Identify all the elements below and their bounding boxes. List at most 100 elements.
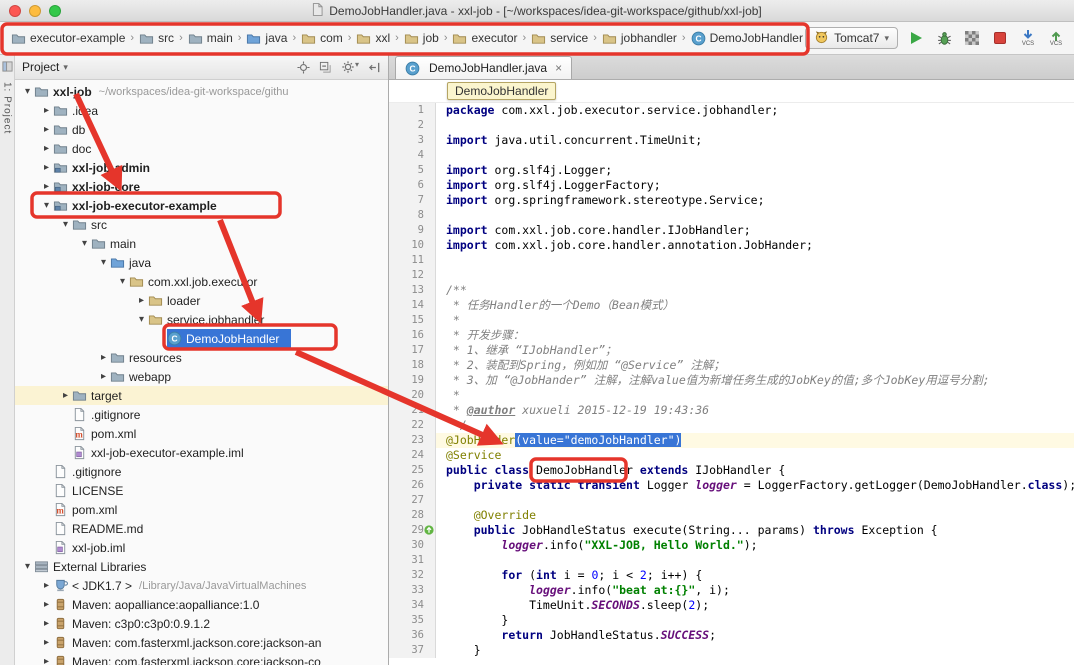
tree-item-content: xxl-job~/workspaces/idea-git-workspace/g…: [34, 82, 301, 101]
collapsed-arrow-icon[interactable]: ▸: [40, 580, 53, 591]
chevron-down-icon[interactable]: ▾: [63, 62, 68, 73]
tree-item-maven-aopalliance-aopalliance-1.0[interactable]: ▸ Maven: aopalliance:aopalliance:1.0: [15, 595, 388, 614]
tree-item-src[interactable]: ▾src: [15, 215, 388, 234]
code-text: [436, 553, 1074, 568]
breadcrumb-item-executor-example[interactable]: executor-example: [8, 29, 128, 48]
tree-item-label: Maven: aopalliance:aopalliance:1.0: [72, 598, 259, 612]
tree-item-loader[interactable]: ▸loader: [15, 291, 388, 310]
project-tool-button[interactable]: 1: Project: [2, 82, 13, 134]
close-tab-icon[interactable]: ×: [555, 61, 562, 75]
expanded-arrow-icon[interactable]: ▾: [40, 200, 53, 211]
collapsed-arrow-icon[interactable]: ▸: [97, 352, 110, 363]
editor-breadcrumb-chip[interactable]: DemoJobHandler: [447, 82, 556, 100]
tree-item-maven-com.fasterxml.jackson.core-jackson-co[interactable]: ▸Maven: com.fasterxml.jackson.core:jacks…: [15, 652, 388, 665]
tree-item-.gitignore[interactable]: .gitignore: [15, 462, 388, 481]
minimize-window-button[interactable]: [29, 5, 41, 17]
breadcrumb-item-main[interactable]: main: [185, 29, 236, 48]
expanded-arrow-icon[interactable]: ▾: [116, 276, 129, 287]
tree-item-java[interactable]: ▾java: [15, 253, 388, 272]
tree-item-com.xxl.job.executor[interactable]: ▾com.xxl.job.executor: [15, 272, 388, 291]
tree-item-demojobhandler[interactable]: CDemoJobHandler: [15, 329, 388, 348]
tree-item-.gitignore[interactable]: .gitignore: [15, 405, 388, 424]
tree-item-xxl-job.iml[interactable]: xxl-job.iml: [15, 538, 388, 557]
close-window-button[interactable]: [9, 5, 21, 17]
tree-item-xxl-job-admin[interactable]: ▸xxl-job-admin: [15, 158, 388, 177]
tree-item-.idea[interactable]: ▸.idea: [15, 101, 388, 120]
tree-item-xxl-job-core[interactable]: ▸xxl-job-core: [15, 177, 388, 196]
tree-item-xxl-job[interactable]: ▾xxl-job~/workspaces/idea-git-workspace/…: [15, 82, 388, 101]
breadcrumb-item-java[interactable]: java: [243, 29, 290, 48]
tree-item-external-libraries[interactable]: ▾External Libraries: [15, 557, 388, 576]
tree-item-main[interactable]: ▾main: [15, 234, 388, 253]
tree-item-maven-c3p0-c3p0-0.9.1.2[interactable]: ▸Maven: c3p0:c3p0:0.9.1.2: [15, 614, 388, 633]
expanded-arrow-icon[interactable]: ▾: [135, 314, 148, 325]
collapsed-arrow-icon[interactable]: ▸: [40, 618, 53, 629]
tree-item-content: Maven: com.fasterxml.jackson.core:jackso…: [53, 652, 333, 665]
collapsed-arrow-icon[interactable]: ▸: [40, 637, 53, 648]
breadcrumb-item-demojobhandler[interactable]: CDemoJobHandler: [688, 29, 806, 48]
tree-item-pom.xml[interactable]: mpom.xml: [15, 424, 388, 443]
line-number: 9: [389, 223, 436, 238]
run-button[interactable]: [906, 28, 926, 48]
tree-item-webapp[interactable]: ▸webapp: [15, 367, 388, 386]
collapsed-arrow-icon[interactable]: ▸: [40, 656, 53, 665]
project-panel-title[interactable]: Project: [22, 60, 59, 74]
stop-button[interactable]: [990, 28, 1010, 48]
left-tool-strip: 1: Project: [0, 55, 15, 665]
code-text: @JobHander(value="demoJobHandler"): [436, 433, 1074, 448]
tree-item-service.jobhandler[interactable]: ▾service.jobhandler: [15, 310, 388, 329]
expanded-arrow-icon[interactable]: ▾: [97, 257, 110, 268]
collapsed-arrow-icon[interactable]: ▸: [40, 143, 53, 154]
tree-item-pom.xml[interactable]: mpom.xml: [15, 500, 388, 519]
code-text: public JobHandleStatus execute(String...…: [436, 523, 1074, 538]
tree-item-doc[interactable]: ▸doc: [15, 139, 388, 158]
tree-item-resources[interactable]: ▸resources: [15, 348, 388, 367]
expanded-arrow-icon[interactable]: ▾: [59, 219, 72, 230]
tree-item-license[interactable]: LICENSE: [15, 481, 388, 500]
collapse-all-icon[interactable]: [319, 61, 332, 74]
line-number: 27: [389, 493, 436, 508]
project-tree[interactable]: ▾xxl-job~/workspaces/idea-git-workspace/…: [15, 80, 388, 665]
tree-item-maven-com.fasterxml.jackson.core-jackson-an[interactable]: ▸Maven: com.fasterxml.jackson.core:jacks…: [15, 633, 388, 652]
tree-item-db[interactable]: ▸db: [15, 120, 388, 139]
zoom-window-button[interactable]: [49, 5, 61, 17]
collapsed-arrow-icon[interactable]: ▸: [40, 162, 53, 173]
collapsed-arrow-icon[interactable]: ▸: [40, 181, 53, 192]
collapsed-arrow-icon[interactable]: ▸: [59, 390, 72, 401]
folder-icon: [34, 84, 49, 99]
code-line-18: 18 * 2、装配到Spring，例如加 “@Service” 注解；: [389, 358, 1074, 373]
collapsed-arrow-icon[interactable]: ▸: [97, 371, 110, 382]
tree-item--jdk1.7-[interactable]: ▸< JDK1.7 >/Library/Java/JavaVirtualMach…: [15, 576, 388, 595]
editor-tab[interactable]: C DemoJobHandler.java ×: [395, 56, 572, 79]
tree-item-xxl-job-executor-example.iml[interactable]: xxl-job-executor-example.iml: [15, 443, 388, 462]
vcs-update-button[interactable]: VCS: [1018, 28, 1038, 48]
collapsed-arrow-icon[interactable]: ▸: [135, 295, 148, 306]
tree-item-readme.md[interactable]: README.md: [15, 519, 388, 538]
breadcrumb-item-job[interactable]: job: [401, 29, 442, 48]
breadcrumb-item-com[interactable]: com: [298, 29, 346, 48]
tree-item-content: .gitignore: [53, 462, 133, 481]
run-configuration-select[interactable]: Tomcat7 ▾: [805, 27, 898, 49]
tree-item-xxl-job-executor-example[interactable]: ▾xxl-job-executor-example: [15, 196, 388, 215]
locate-icon[interactable]: [297, 61, 310, 74]
collapsed-arrow-icon[interactable]: ▸: [40, 599, 53, 610]
gear-icon[interactable]: ▾: [341, 60, 359, 74]
breadcrumb-item-xxl[interactable]: xxl: [353, 29, 393, 48]
breadcrumb-item-src[interactable]: src: [136, 29, 177, 48]
breadcrumb-item-executor[interactable]: executor: [449, 29, 520, 48]
code-text: * 2、装配到Spring，例如加 “@Service” 注解；: [436, 358, 1074, 373]
breadcrumb-item-jobhandler[interactable]: jobhandler: [599, 29, 680, 48]
code-editor[interactable]: 1package com.xxl.job.executor.service.jo…: [389, 103, 1074, 665]
code-line-14: 14 * 任务Handler的一个Demo（Bean模式）: [389, 298, 1074, 313]
expanded-arrow-icon[interactable]: ▾: [78, 238, 91, 249]
vcs-commit-button[interactable]: VCS: [1046, 28, 1066, 48]
collapsed-arrow-icon[interactable]: ▸: [40, 124, 53, 135]
debug-button[interactable]: [934, 28, 954, 48]
hide-panel-icon[interactable]: [368, 61, 381, 74]
expanded-arrow-icon[interactable]: ▾: [21, 86, 34, 97]
coverage-button[interactable]: [962, 28, 982, 48]
tree-item-target[interactable]: ▸target: [15, 386, 388, 405]
breadcrumb-item-service[interactable]: service: [528, 29, 591, 48]
collapsed-arrow-icon[interactable]: ▸: [40, 105, 53, 116]
expanded-arrow-icon[interactable]: ▾: [21, 561, 34, 572]
